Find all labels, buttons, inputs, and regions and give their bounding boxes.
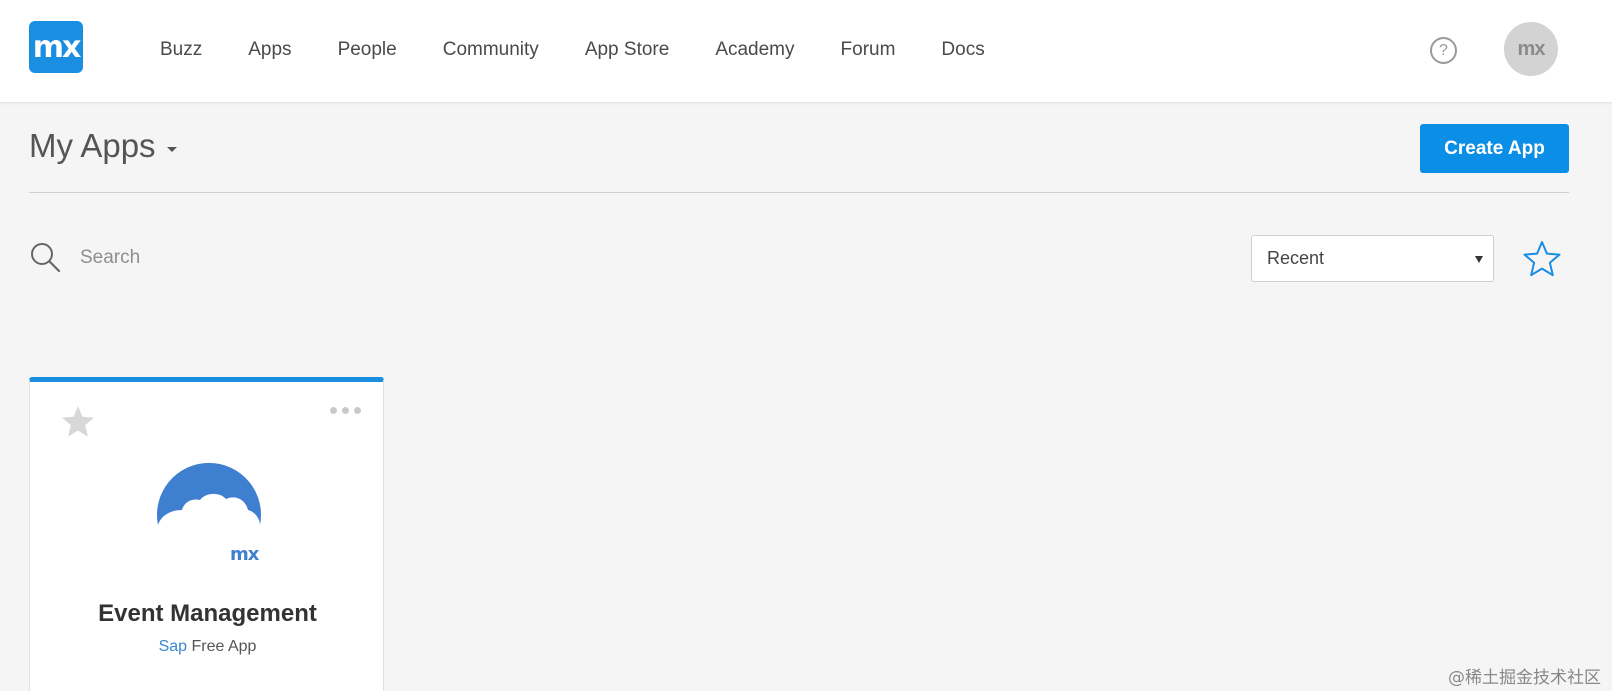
nav-item-apps[interactable]: Apps	[248, 38, 291, 62]
app-meta: Sap Free App	[30, 638, 385, 656]
header-divider	[29, 192, 1569, 193]
app-name: Event Management	[98, 600, 317, 627]
app-logo-icon: mx	[157, 462, 261, 565]
search-icon	[31, 243, 61, 273]
nav-item-community[interactable]: Community	[443, 38, 539, 62]
help-icon[interactable]: ?	[1430, 37, 1457, 64]
create-app-button[interactable]: Create App	[1420, 124, 1569, 173]
app-owner-link[interactable]: Sap	[159, 638, 187, 655]
page-title[interactable]: My Apps	[29, 126, 156, 166]
main-nav: Buzz Apps People Community App Store Aca…	[160, 38, 985, 62]
svg-text:mx: mx	[230, 544, 260, 565]
nav-item-app-store[interactable]: App Store	[585, 38, 670, 62]
nav-item-docs[interactable]: Docs	[941, 38, 984, 62]
nav-item-academy[interactable]: Academy	[715, 38, 794, 62]
nav-item-people[interactable]: People	[338, 38, 397, 62]
sort-select-value: Recent	[1267, 248, 1325, 268]
watermark: @稀土掘金技术社区	[1448, 668, 1601, 688]
sort-select[interactable]: Recent	[1251, 235, 1494, 282]
nav-item-buzz[interactable]: Buzz	[160, 38, 202, 62]
star-icon[interactable]	[60, 404, 96, 440]
star-outline-icon[interactable]	[1522, 239, 1562, 279]
user-avatar[interactable]: mx	[1504, 22, 1558, 76]
app-card[interactable]: mx Event Management Sap Free App	[29, 377, 384, 691]
mendix-logo[interactable]: mx	[29, 21, 83, 73]
caret-down-icon	[1475, 256, 1483, 263]
chevron-down-icon[interactable]	[167, 147, 177, 152]
more-options-icon[interactable]	[330, 404, 368, 416]
top-navigation-bar: mx Buzz Apps People Community App Store …	[0, 0, 1612, 103]
search-input[interactable]	[80, 241, 480, 275]
nav-item-forum[interactable]: Forum	[841, 38, 896, 62]
app-plan: Free App	[191, 638, 257, 655]
